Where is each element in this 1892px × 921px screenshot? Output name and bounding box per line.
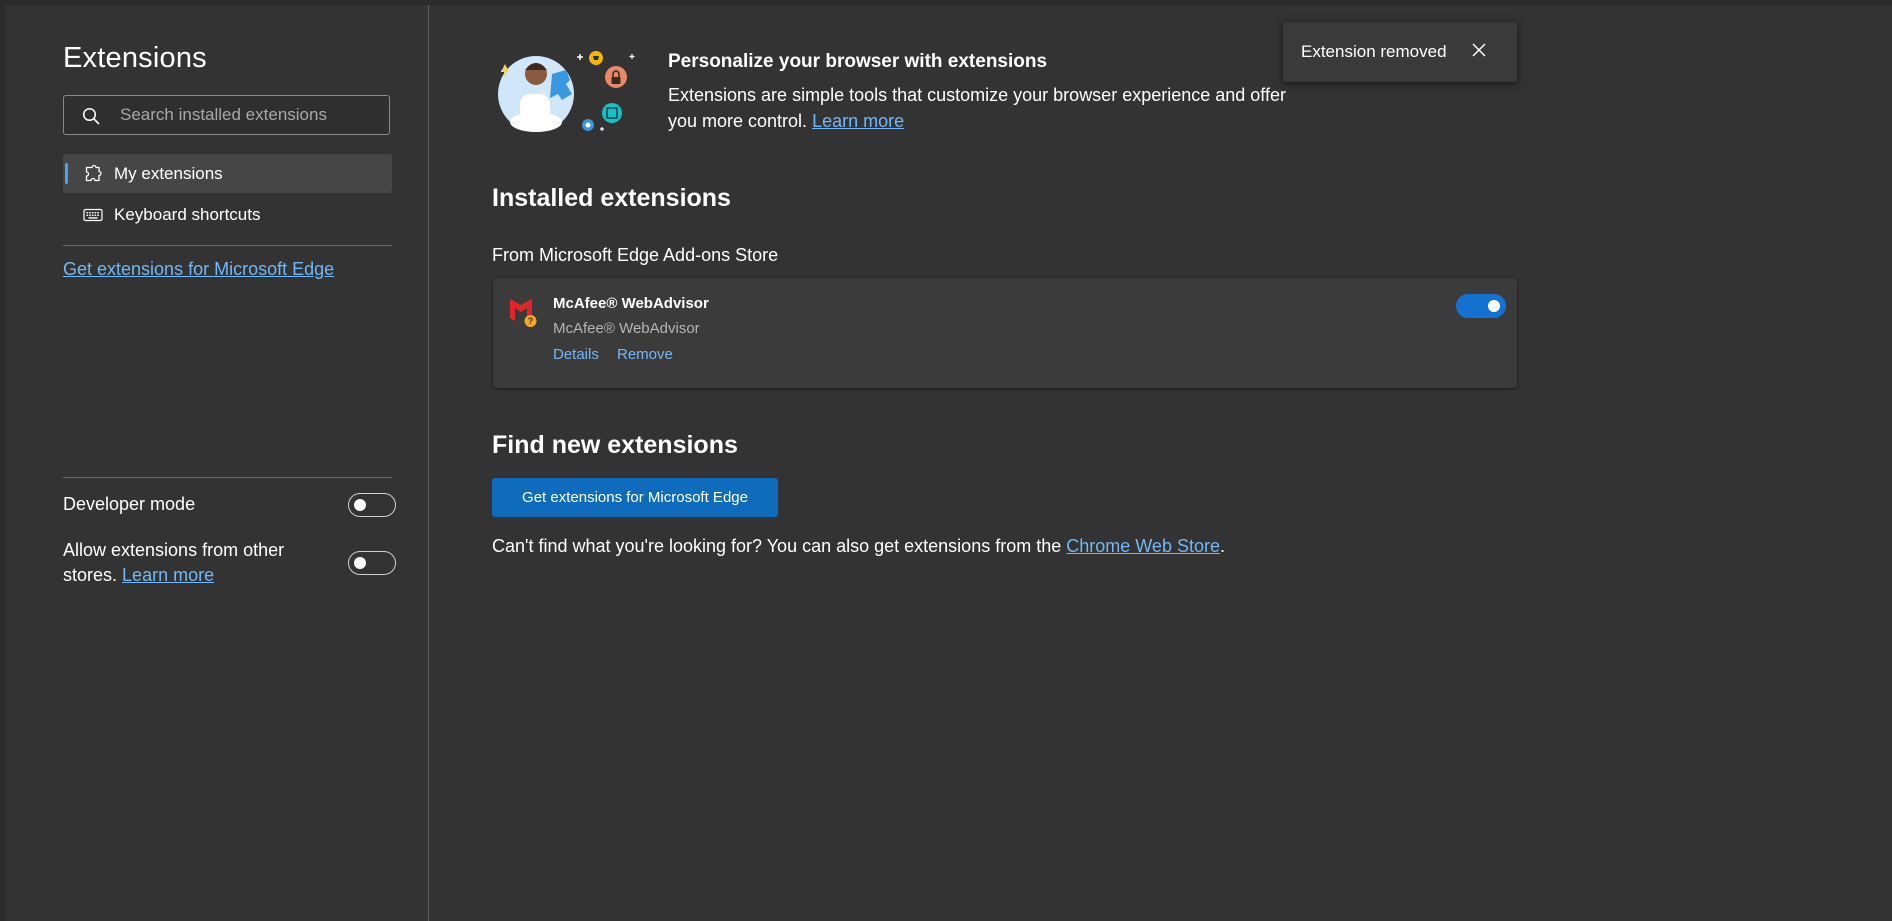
allow-other-stores-toggle[interactable] <box>348 551 396 575</box>
toggle-knob <box>1488 300 1500 312</box>
find-more-text: Can't find what you're looking for? You … <box>492 536 1225 557</box>
hero-title: Personalize your browser with extensions <box>668 51 1048 72</box>
sidebar-divider-vertical <box>428 5 429 921</box>
hero-description-text: Extensions are simple tools that customi… <box>668 85 1286 131</box>
find-new-extensions-heading: Find new extensions <box>492 431 738 459</box>
active-indicator <box>65 163 68 184</box>
sidebar-item-my-extensions[interactable]: My extensions <box>63 154 392 193</box>
puzzle-icon <box>85 164 102 182</box>
sidebar-divider <box>63 245 392 246</box>
extension-card: ? McAfee® WebAdvisor McAfee® WebAdvisor … <box>493 278 1517 388</box>
sidebar-item-keyboard-shortcuts[interactable]: Keyboard shortcuts <box>63 195 392 234</box>
mcafee-logo-icon: ? <box>510 299 537 327</box>
toggle-knob <box>354 557 366 569</box>
installed-extensions-heading: Installed extensions <box>492 184 731 212</box>
developer-mode-label: Developer mode <box>63 494 196 514</box>
allow-other-stores-label: Allow extensions from other stores. Lear… <box>63 538 303 588</box>
search-input[interactable] <box>120 96 380 134</box>
sidebar-item-label: Keyboard shortcuts <box>114 204 261 224</box>
extension-name: McAfee® WebAdvisor <box>553 295 709 312</box>
window-frame-left <box>0 0 5 921</box>
remove-link[interactable]: Remove <box>617 346 673 363</box>
get-extensions-link[interactable]: Get extensions for Microsoft Edge <box>63 259 334 280</box>
hero-learn-more-link[interactable]: Learn more <box>812 111 904 131</box>
learn-more-link[interactable]: Learn more <box>122 565 214 585</box>
extensions-illustration <box>498 51 635 132</box>
window-frame-top <box>0 0 1892 5</box>
extension-enabled-toggle[interactable] <box>1456 294 1506 318</box>
toast-notification: Extension removed <box>1283 22 1517 82</box>
keyboard-icon <box>83 208 103 222</box>
find-more-label: Can't find what you're looking for? You … <box>492 536 1062 556</box>
hero-description: Extensions are simple tools that customi… <box>668 82 1308 134</box>
developer-mode-toggle[interactable] <box>348 493 396 517</box>
find-more-suffix: . <box>1219 536 1225 556</box>
svg-text:?: ? <box>528 316 534 326</box>
details-link[interactable]: Details <box>553 346 599 363</box>
toggle-knob <box>354 499 366 511</box>
search-box[interactable] <box>63 95 390 135</box>
get-extensions-button[interactable]: Get extensions for Microsoft Edge <box>492 478 778 517</box>
sidebar-divider <box>63 477 392 478</box>
search-icon <box>82 107 100 125</box>
chrome-web-store-link[interactable]: Chrome Web Store <box>1066 536 1220 556</box>
installed-source-label: From Microsoft Edge Add-ons Store <box>492 245 779 265</box>
toast-message: Extension removed <box>1301 42 1447 61</box>
sidebar-title: Extensions <box>63 42 207 74</box>
extension-subtitle: McAfee® WebAdvisor <box>553 320 700 337</box>
close-icon[interactable] <box>1471 42 1487 58</box>
sidebar-item-label: My extensions <box>114 163 223 183</box>
